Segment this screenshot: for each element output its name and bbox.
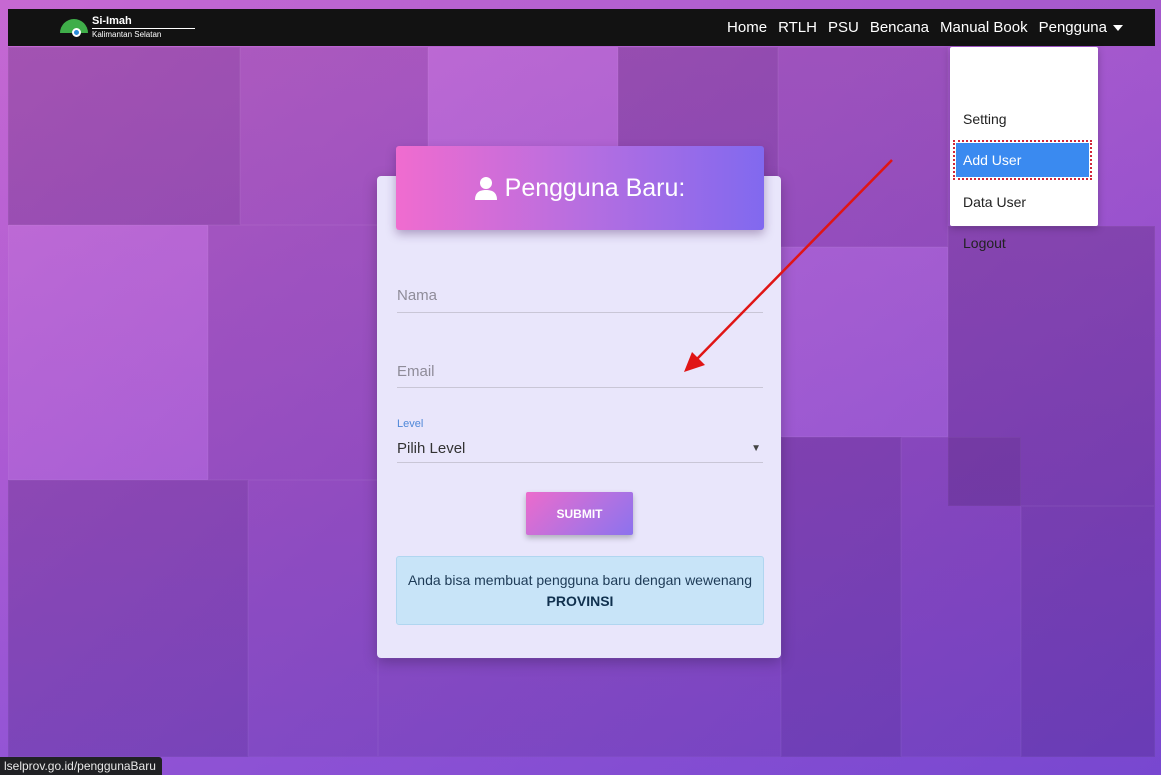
dropdown-item-logout[interactable]: Logout — [956, 226, 1089, 260]
nav-bencana[interactable]: Bencana — [870, 19, 929, 36]
level-selected-value: Pilih Level — [397, 440, 466, 457]
submit-button[interactable]: SUBMIT — [526, 492, 633, 535]
main-nav: Home RTLH PSU Bencana Manual Book Penggu… — [716, 19, 1123, 36]
brand-logo-link[interactable]: Si-Imah Kalimantan Selatan — [60, 16, 195, 40]
brand-subtitle: Kalimantan Selatan — [92, 30, 162, 39]
card-header: Pengguna Baru: — [396, 146, 764, 230]
info-bold-text: PROVINSI — [546, 593, 614, 609]
info-alert: Anda bisa membuat pengguna baru dengan w… — [396, 556, 764, 625]
nama-placeholder: Nama — [397, 287, 438, 304]
dropdown-item-data-user[interactable]: Data User — [956, 185, 1089, 219]
dropdown-item-setting[interactable]: Setting — [956, 102, 1089, 136]
level-label: Level — [397, 418, 424, 430]
nav-rtlh[interactable]: RTLH — [778, 19, 817, 36]
nav-pengguna-label: Pengguna — [1038, 19, 1107, 36]
top-navbar: Si-Imah Kalimantan Selatan Home RTLH PSU… — [8, 9, 1155, 46]
status-bar-url: lselprov.go.id/penggunaBaru — [0, 757, 162, 775]
nav-psu[interactable]: PSU — [828, 19, 859, 36]
nav-pengguna-dropdown-toggle[interactable]: Pengguna — [1039, 19, 1123, 36]
email-input[interactable]: Email — [397, 363, 763, 388]
nav-home[interactable]: Home — [727, 19, 767, 36]
form-title: Pengguna Baru: — [504, 173, 686, 202]
caret-down-icon — [1113, 24, 1123, 31]
nama-input[interactable]: Nama — [397, 287, 763, 313]
select-arrow-icon: ▼ — [751, 443, 761, 454]
level-select[interactable]: Pilih Level ▼ — [397, 435, 763, 463]
dropdown-item-add-user[interactable]: Add User — [953, 140, 1092, 180]
nav-manual-book[interactable]: Manual Book — [940, 19, 1028, 36]
email-placeholder: Email — [397, 363, 435, 380]
user-icon — [474, 177, 497, 200]
brand-logo-icon — [60, 16, 88, 40]
pengguna-dropdown-menu: Setting Add User Data User Logout — [950, 47, 1098, 251]
brand-name: Si-Imah — [92, 16, 195, 29]
info-text: Anda bisa membuat pengguna baru dengan w… — [407, 572, 753, 588]
